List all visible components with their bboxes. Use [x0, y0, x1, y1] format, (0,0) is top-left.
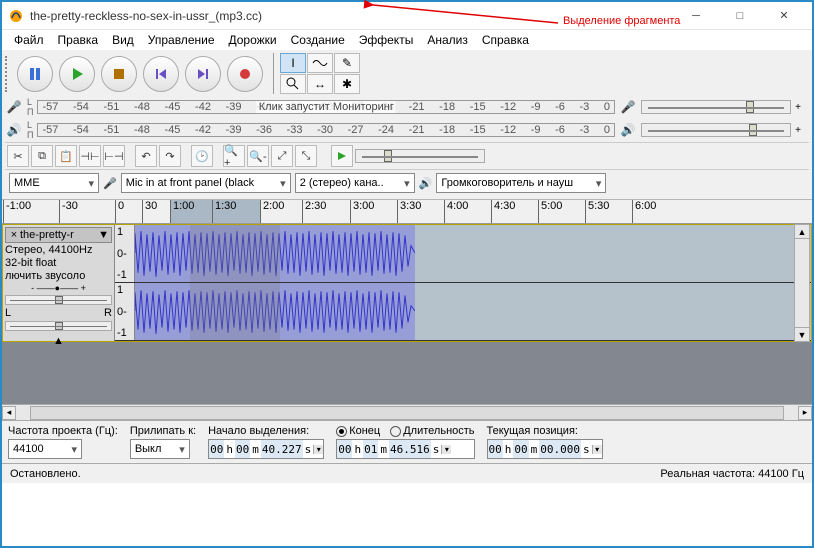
empty-track-area[interactable] — [2, 342, 812, 404]
end-radio[interactable]: Конец — [336, 425, 380, 437]
menu-edit[interactable]: Правка — [52, 31, 105, 49]
fit-project-button[interactable]: ⤡ — [295, 145, 317, 167]
timeline-ruler[interactable]: -1:00 -30 0 30 1:00 1:30 2:00 2:30 3:00 … — [2, 200, 812, 224]
playback-meter[interactable]: -57-54-51-48-45-42-39-36-33-30-27-24-21-… — [37, 123, 615, 137]
input-device-combo[interactable]: Mic in at front panel (black▾ — [121, 173, 291, 193]
menu-transport[interactable]: Управление — [142, 31, 221, 49]
track-close-icon[interactable]: × — [8, 229, 20, 241]
selection-end-field[interactable]: 00h 01m 46.516s ▾ — [336, 439, 474, 459]
toolbar-area: I ✎ ↔ ✱ Выделение фрагмента 🎤 LП -57-54-… — [2, 50, 812, 200]
speaker-icon-2: 🔊 — [619, 123, 637, 137]
status-bar: Остановлено. Реальная частота: 44100 Гц — [2, 463, 812, 483]
track-control-panel[interactable]: ×the-pretty-r▼ Стерео, 44100Hz 32-bit fl… — [3, 225, 115, 341]
output-device-combo[interactable]: Громкоговоритель и науш▾ — [436, 173, 606, 193]
menu-generate[interactable]: Создание — [285, 31, 351, 49]
track-menu-icon[interactable]: ▼ — [98, 229, 109, 241]
track-pan-slider[interactable] — [5, 321, 112, 331]
audio-host-combo[interactable]: MME▾ — [9, 173, 99, 193]
horizontal-scrollbar[interactable]: ◂▸ — [2, 404, 812, 420]
menu-help[interactable]: Справка — [476, 31, 535, 49]
zoom-in-button[interactable]: 🔍+ — [223, 145, 245, 167]
window-title: the-pretty-reckless-no-sex-in-ussr_(mp3.… — [30, 9, 674, 23]
skip-end-button[interactable] — [185, 56, 221, 92]
app-icon — [8, 8, 24, 24]
play-button[interactable] — [59, 56, 95, 92]
skip-start-button[interactable] — [143, 56, 179, 92]
length-radio[interactable]: Длительность — [390, 425, 474, 437]
selection-bar: Частота проекта (Гц): 44100▾ Прилипать к… — [2, 420, 812, 463]
mic-icon: 🎤 — [5, 100, 23, 114]
fit-selection-button[interactable]: ⤢ — [271, 145, 293, 167]
selection-start-label: Начало выделения: — [208, 425, 324, 437]
cut-button[interactable]: ✂ — [7, 145, 29, 167]
snap-label: Прилипать к: — [130, 425, 196, 437]
selection-start-field[interactable]: 00h 00m 40.227s ▾ — [208, 439, 324, 459]
snap-combo[interactable]: Выкл▾ — [130, 439, 190, 459]
channels-combo[interactable]: 2 (стерео) кана..▾ — [295, 173, 415, 193]
project-rate-label: Частота проекта (Гц): — [8, 425, 118, 437]
track-area: ×the-pretty-r▼ Стерео, 44100Hz 32-bit fl… — [2, 224, 812, 342]
titlebar: the-pretty-reckless-no-sex-in-ussr_(mp3.… — [2, 2, 812, 30]
zoom-out-button[interactable]: 🔍- — [247, 145, 269, 167]
menu-tracks[interactable]: Дорожки — [223, 31, 283, 49]
track-format-1: Стерео, 44100Hz — [5, 244, 112, 257]
close-button[interactable]: ✕ — [762, 2, 806, 30]
audio-position-label: Текущая позиция: — [487, 425, 603, 437]
paste-button[interactable]: 📋 — [55, 145, 77, 167]
recording-meter[interactable]: -57-54-51-48-45-42-39-36-33-30-27-24-21-… — [37, 100, 615, 114]
envelope-tool[interactable] — [307, 53, 333, 73]
track-collapse-icon[interactable]: ▲ — [5, 335, 112, 347]
redo-button[interactable]: ↷ — [159, 145, 181, 167]
minimize-button[interactable]: ─ — [674, 2, 718, 30]
menubar: Файл Правка Вид Управление Дорожки Созда… — [2, 30, 812, 50]
mic-icon-2: 🎤 — [619, 100, 637, 114]
zoom-tool[interactable] — [280, 74, 306, 94]
waveform-area[interactable]: 10--1 10--1 — [115, 225, 811, 341]
speaker-device-icon: 🔊 — [419, 177, 433, 190]
menu-analyze[interactable]: Анализ — [421, 31, 474, 49]
copy-button[interactable]: ⧉ — [31, 145, 53, 167]
menu-view[interactable]: Вид — [106, 31, 140, 49]
track-name[interactable]: the-pretty-r — [20, 229, 98, 241]
vertical-scrollbar[interactable]: ▲▼ — [794, 224, 810, 342]
play-at-speed-button[interactable] — [331, 145, 353, 167]
undo-button[interactable]: ↶ — [135, 145, 157, 167]
multi-tool[interactable]: ✱ — [334, 74, 360, 94]
audio-position-field[interactable]: 00h 00m 00.000s ▾ — [487, 439, 603, 459]
maximize-button[interactable]: □ — [718, 2, 762, 30]
output-volume-slider[interactable] — [641, 123, 791, 137]
menu-effect[interactable]: Эффекты — [353, 31, 420, 49]
track-format-3: лючить звусоло — [5, 270, 112, 283]
mic-device-icon: 🎤 — [103, 177, 117, 190]
status-left: Остановлено. — [10, 468, 81, 480]
selection-tool[interactable]: I — [280, 53, 306, 73]
sync-lock-button[interactable]: 🕑 — [191, 145, 213, 167]
pause-button[interactable] — [17, 56, 53, 92]
track-gain-slider[interactable] — [5, 295, 112, 305]
timeshift-tool[interactable]: ↔ — [307, 74, 333, 94]
menu-file[interactable]: Файл — [8, 31, 50, 49]
silence-button[interactable]: ⊢⊣ — [103, 145, 125, 167]
input-volume-slider[interactable] — [641, 100, 791, 114]
status-right: Реальная частота: 44100 Гц — [660, 468, 804, 480]
stop-button[interactable] — [101, 56, 137, 92]
rec-meter-hint: Клик запустит Мониторинг — [257, 101, 396, 113]
speaker-icon: 🔊 — [5, 123, 23, 137]
trim-button[interactable]: ⊣⊢ — [79, 145, 101, 167]
project-rate-combo[interactable]: 44100▾ — [8, 439, 82, 459]
draw-tool[interactable]: ✎ — [334, 53, 360, 73]
playback-speed-slider[interactable] — [355, 149, 485, 163]
record-button[interactable] — [227, 56, 263, 92]
track-format-2: 32-bit float — [5, 257, 112, 270]
